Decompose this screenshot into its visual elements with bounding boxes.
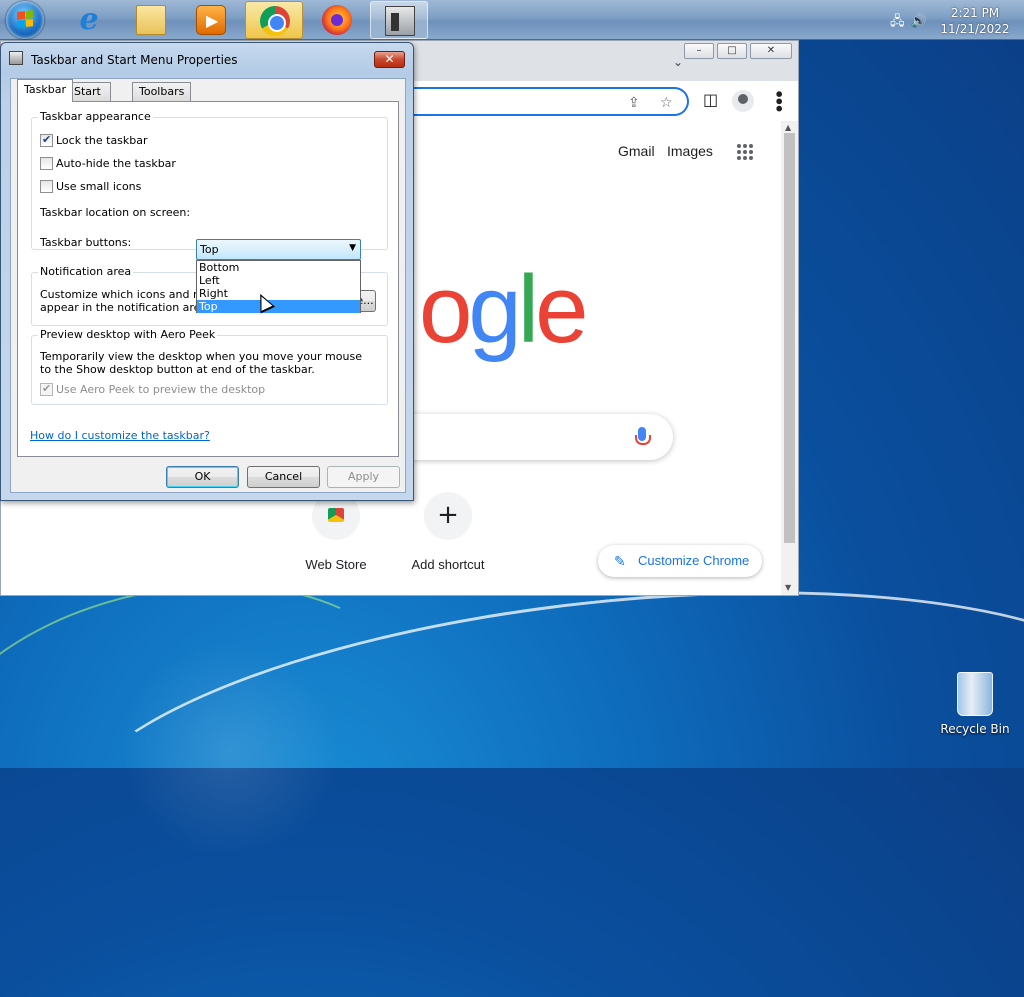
aero-peek-description: Temporarily view the desktop when you mo… bbox=[40, 350, 362, 376]
scroll-up-icon[interactable]: ▲ bbox=[785, 123, 791, 132]
clock[interactable]: 2:21 PM 11/21/2022 bbox=[940, 5, 1010, 37]
taskbar-location-select[interactable]: Top ▼ bbox=[196, 239, 361, 260]
taskbar-app-firefox[interactable] bbox=[308, 1, 366, 39]
profile-avatar-icon[interactable] bbox=[732, 90, 754, 112]
tab-start-menu[interactable]: Start Menu bbox=[67, 82, 112, 115]
cancel-button[interactable]: Cancel bbox=[247, 466, 320, 488]
location-selected-value: Top bbox=[200, 243, 219, 256]
scrollbar[interactable]: ▲ ▼ bbox=[781, 121, 798, 595]
small-icons-checkbox[interactable] bbox=[40, 180, 53, 193]
google-logo: ogle bbox=[419, 262, 589, 358]
scroll-down-icon[interactable]: ▼ bbox=[785, 583, 791, 592]
autohide-checkbox[interactable] bbox=[40, 157, 53, 170]
logo-letter: l bbox=[517, 256, 539, 363]
ok-button[interactable]: OK bbox=[166, 466, 239, 488]
dropdown-arrow-icon: ▼ bbox=[349, 243, 356, 253]
shortcut-add[interactable]: + bbox=[424, 492, 472, 540]
side-panel-icon[interactable]: ◫ bbox=[703, 90, 718, 109]
dialog-close-button[interactable]: ✕ bbox=[374, 51, 405, 68]
taskbar: e 🖧🔊 2:21 PM 11/21/2022 bbox=[0, 0, 1024, 40]
minimize-button[interactable]: – bbox=[684, 43, 714, 59]
more-menu-icon[interactable]: ••• bbox=[769, 89, 788, 111]
taskbar-buttons-label: Taskbar buttons: bbox=[40, 236, 132, 249]
location-dropdown-list: Bottom Left Right Top bbox=[196, 260, 361, 313]
media-player-icon bbox=[196, 5, 226, 35]
windows-logo-icon bbox=[17, 10, 33, 28]
apply-button: Apply bbox=[327, 466, 400, 488]
volume-icon[interactable]: 🔊 bbox=[911, 14, 933, 29]
gmail-link[interactable]: Gmail bbox=[618, 143, 655, 159]
firefox-icon bbox=[322, 5, 352, 35]
taskbar-app-windows-explorer[interactable] bbox=[122, 1, 180, 39]
google-search-box[interactable] bbox=[405, 414, 673, 460]
tab-search-icon[interactable]: ⌄ bbox=[673, 55, 683, 69]
help-link[interactable]: How do I customize the taskbar? bbox=[30, 429, 210, 442]
web-store-icon bbox=[328, 508, 344, 522]
dialog-title: Taskbar and Start Menu Properties bbox=[31, 53, 238, 67]
lock-taskbar-checkbox[interactable] bbox=[40, 133, 53, 147]
maximize-button[interactable]: □ bbox=[717, 43, 747, 59]
shortcut-label[interactable]: Web Store bbox=[281, 557, 391, 572]
folder-icon bbox=[136, 5, 166, 35]
taskbar-properties-icon bbox=[9, 51, 23, 65]
group-title: Preview desktop with Aero Peek bbox=[38, 328, 218, 341]
close-button[interactable]: ✕ bbox=[750, 43, 792, 59]
plus-icon: + bbox=[437, 500, 459, 530]
taskbar-app-chrome[interactable] bbox=[245, 1, 303, 39]
taskbar-app-media-player[interactable] bbox=[182, 1, 240, 39]
voice-search-icon[interactable] bbox=[635, 427, 651, 445]
logo-letter: e bbox=[535, 256, 588, 363]
bookmark-star-icon[interactable]: ☆ bbox=[660, 95, 673, 111]
location-label: Taskbar location on screen: bbox=[40, 206, 191, 219]
images-link[interactable]: Images bbox=[667, 143, 713, 159]
network-icon[interactable]: 🖧 bbox=[890, 14, 911, 29]
system-tray: 🖧🔊 bbox=[890, 12, 933, 34]
location-option-left[interactable]: Left bbox=[197, 274, 360, 287]
clock-time: 2:21 PM bbox=[950, 6, 1000, 20]
lock-taskbar-label[interactable]: Lock the taskbar bbox=[56, 134, 148, 147]
logo-letter: o bbox=[419, 256, 472, 363]
shortcut-label[interactable]: Add shortcut bbox=[393, 557, 503, 572]
group-title: Taskbar appearance bbox=[38, 110, 153, 123]
google-apps-icon[interactable] bbox=[737, 144, 753, 160]
taskbar-properties-dialog: Taskbar and Start Menu Properties ✕ Task… bbox=[0, 42, 414, 501]
location-option-bottom[interactable]: Bottom bbox=[197, 261, 360, 274]
recycle-bin-icon[interactable] bbox=[957, 672, 993, 716]
logo-letter: g bbox=[468, 256, 521, 363]
autohide-label[interactable]: Auto-hide the taskbar bbox=[56, 157, 176, 170]
scroll-thumb[interactable] bbox=[784, 133, 795, 543]
customize-chrome-button[interactable]: ✎ Customize Chrome bbox=[598, 545, 762, 577]
share-icon[interactable]: ⇪ bbox=[628, 95, 640, 111]
aero-peek-label: Use Aero Peek to preview the desktop bbox=[56, 383, 266, 396]
wallpaper-glow bbox=[120, 640, 340, 860]
pencil-icon: ✎ bbox=[614, 553, 626, 569]
taskbar-app-properties[interactable] bbox=[370, 1, 428, 39]
customize-chrome-label: Customize Chrome bbox=[638, 553, 750, 568]
tab-taskbar[interactable]: Taskbar bbox=[17, 79, 73, 102]
dialog-body: Taskbar Start Menu Toolbars Taskbar appe… bbox=[10, 78, 406, 493]
recycle-bin-label[interactable]: Recycle Bin bbox=[935, 722, 1015, 736]
tab-toolbars[interactable]: Toolbars bbox=[132, 82, 192, 101]
taskbar-app-internet-explorer[interactable]: e bbox=[60, 1, 118, 39]
internet-explorer-icon: e bbox=[79, 2, 99, 37]
server-icon bbox=[385, 6, 415, 36]
start-button[interactable] bbox=[6, 1, 44, 39]
location-option-right[interactable]: Right bbox=[197, 287, 360, 300]
window-controls: – □ ✕ bbox=[684, 43, 792, 59]
group-title: Notification area bbox=[38, 265, 134, 278]
clock-date: 11/21/2022 bbox=[940, 22, 1010, 36]
chrome-icon bbox=[260, 6, 290, 36]
aero-peek-checkbox bbox=[40, 382, 53, 396]
address-bar[interactable]: ⇪ ☆ bbox=[406, 87, 689, 116]
location-option-top[interactable]: Top bbox=[197, 300, 360, 313]
small-icons-label[interactable]: Use small icons bbox=[56, 180, 141, 193]
